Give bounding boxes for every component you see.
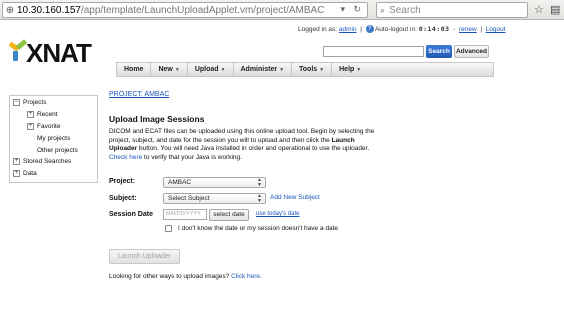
xnat-logo-text: XNAT [26, 38, 92, 68]
expand-toggle-icon[interactable]: + [13, 158, 20, 165]
page-title: Upload Image Sessions [109, 114, 205, 124]
url-dropdown-reload-icons[interactable]: ▾ ↻ [340, 4, 364, 15]
tree-item-data-label: Data [23, 170, 37, 177]
nav-help[interactable]: Help ▼ [332, 63, 368, 76]
tree-item-stored-searches[interactable]: + Stored Searches [13, 158, 71, 165]
url-path: /app/template/LaunchUploadApplet.vm/proj… [80, 4, 325, 16]
browser-search-placeholder: Search [389, 4, 421, 16]
tree-item-favorite[interactable]: + Favorite [27, 123, 60, 130]
nav-new[interactable]: New ▼ [151, 63, 188, 76]
tree-item-my-projects[interactable]: My projects [37, 135, 70, 142]
login-status-bar: Logged in as: admin | ? Auto-logout in: … [298, 25, 506, 34]
tree-item-projects-label: Projects [23, 99, 47, 106]
nav-tools[interactable]: Tools ▼ [292, 63, 333, 76]
browser-search-bar[interactable]: ⌕ Search [376, 2, 528, 18]
main-nav: Home New ▼ Upload ▼ Administer ▼ Tools ▼ Hel… [116, 62, 494, 77]
collapse-toggle-icon[interactable]: − [13, 99, 20, 106]
subject-select[interactable]: Select Subject ▲ ▼ [163, 193, 266, 204]
chevron-down-icon: ▼ [220, 67, 226, 73]
no-date-checkbox[interactable] [165, 225, 172, 232]
no-date-checkbox-label[interactable]: I don't know the date or my session does… [178, 225, 338, 232]
other-ways-prompt: Looking for other ways to upload images? [109, 273, 232, 280]
desc-text-2: button. You will need Java installed in … [137, 145, 370, 153]
launch-uploader-button[interactable]: Launch Uploader [109, 249, 180, 264]
project-label: Project: [109, 178, 136, 185]
tree-item-other-projects-label: Other projects [37, 147, 78, 154]
xnat-logo[interactable]: XNAT [8, 38, 92, 69]
nav-tools-label: Tools [299, 66, 318, 73]
logged-in-label: Logged in as: [298, 26, 338, 33]
updown-arrows-icon: ▲ ▼ [257, 177, 262, 188]
tree-item-projects[interactable]: − Projects [13, 99, 46, 106]
nav-home-label: Home [124, 66, 144, 73]
desc-text-3: to verify that your Java is working. [142, 154, 242, 162]
site-identity-icon[interactable]: ⊕ [3, 5, 17, 16]
tree-item-stored-searches-label: Stored Searches [23, 158, 72, 165]
chevron-down-icon: ▼ [319, 67, 325, 73]
nav-help-label: Help [339, 66, 355, 73]
bookmark-star-icon[interactable]: ☆ [534, 3, 544, 16]
other-ways-link[interactable]: Click here. [231, 273, 262, 280]
help-icon[interactable]: ? [365, 25, 374, 34]
tree-item-other-projects[interactable]: Other projects [37, 147, 78, 154]
updown-arrows-icon: ▲ ▼ [257, 193, 262, 204]
chevron-down-icon: ▼ [356, 67, 362, 73]
breadcrumb[interactable]: PROJECT: AMBAC [109, 91, 169, 98]
advanced-search-button[interactable]: Advanced [454, 45, 489, 58]
subject-label: Subject: [109, 195, 137, 202]
username-link[interactable]: admin [339, 26, 357, 33]
browser-toolbar: ⊕ 10.30.160.157/app/template/LaunchUploa… [0, 0, 564, 20]
use-todays-date-link[interactable]: use today's date [256, 211, 300, 217]
other-ways-text: Looking for other ways to upload images?… [109, 273, 262, 280]
url-bar[interactable]: ⊕ 10.30.160.157/app/template/LaunchUploa… [2, 2, 368, 18]
auto-logout-label: Auto-logout in: [374, 26, 417, 33]
chevron-down-icon: ▼ [279, 67, 285, 73]
logout-timer: 0:14:03 [418, 25, 450, 33]
tree-item-my-projects-label: My projects [37, 135, 71, 142]
expand-toggle-icon[interactable]: + [27, 123, 34, 130]
upload-description: DICOM and ECAT files can be uploaded usi… [109, 128, 377, 163]
renew-link[interactable]: renew [459, 26, 477, 33]
nav-administer[interactable]: Administer ▼ [234, 63, 293, 76]
subject-select-value: Select Subject [168, 195, 210, 202]
project-select-value: AMBAC [168, 179, 192, 186]
tree-item-data[interactable]: + Data [13, 170, 37, 177]
no-date-row: I don't know the date or my session does… [165, 225, 338, 232]
tree-item-recent-label: Recent [37, 111, 58, 118]
xnat-logo-mark-icon [8, 38, 28, 66]
session-date-input[interactable]: MM/DD/YYYY [163, 209, 207, 220]
url-host: 10.30.160.157 [17, 4, 81, 16]
add-new-subject-link[interactable]: Add New Subject [270, 194, 320, 201]
nav-administer-label: Administer [240, 66, 278, 73]
expand-toggle-icon[interactable]: + [13, 170, 20, 177]
bookmarks-menu-icon[interactable]: ▤ [550, 3, 560, 16]
logout-link[interactable]: Logout [486, 26, 506, 33]
magnifier-icon: ⌕ [380, 4, 386, 15]
nav-home[interactable]: Home [117, 63, 152, 76]
session-date-label: Session Date [109, 211, 153, 218]
tree-item-recent[interactable]: + Recent [27, 111, 58, 118]
project-select[interactable]: AMBAC ▲ ▼ [163, 177, 266, 188]
check-java-link[interactable]: Check here [109, 154, 142, 161]
site-search-button[interactable]: Search [426, 45, 452, 58]
select-date-button[interactable]: select date [209, 209, 249, 221]
site-search-input[interactable] [323, 46, 424, 57]
nav-upload[interactable]: Upload ▼ [188, 63, 234, 76]
expand-toggle-icon[interactable]: + [27, 111, 34, 118]
tree-item-favorite-label: Favorite [37, 123, 61, 130]
nav-upload-label: Upload [194, 66, 219, 73]
nav-new-label: New [158, 66, 173, 73]
chevron-down-icon: ▼ [174, 67, 180, 73]
sidebar-tree: − Projects + Recent + Favorite My projec… [9, 95, 98, 183]
